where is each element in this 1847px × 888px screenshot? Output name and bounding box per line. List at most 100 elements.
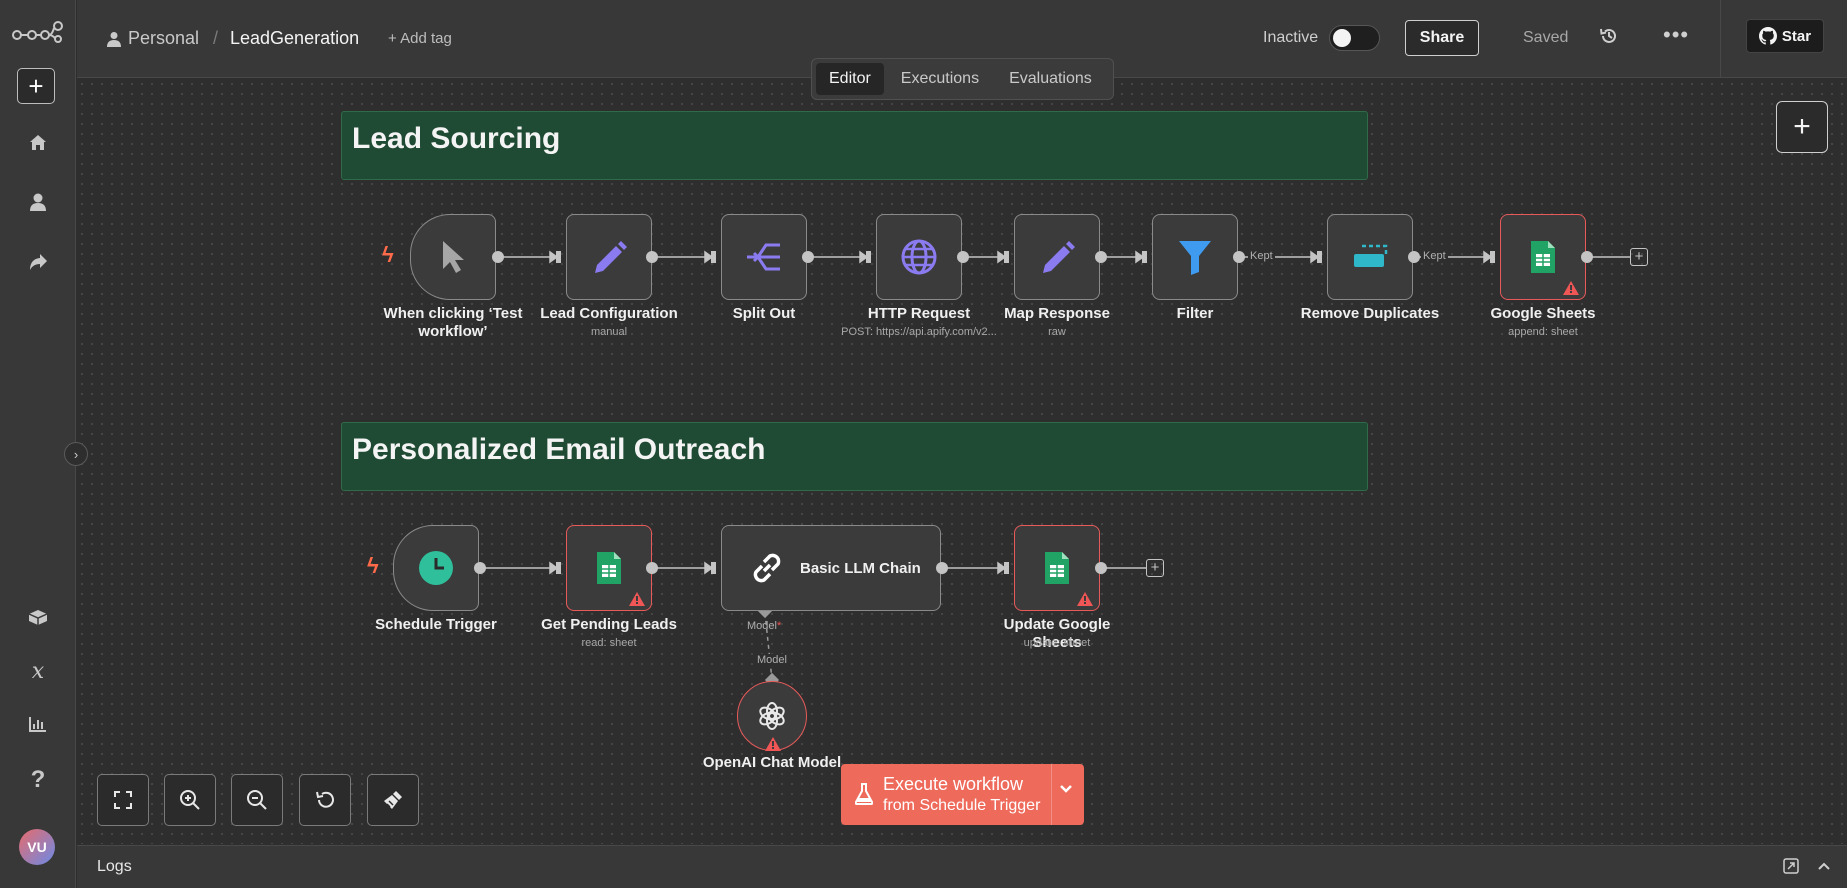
node-label: Google Sheets (1490, 305, 1596, 322)
node-map-response[interactable] (1014, 214, 1100, 300)
node-label: Get Pending Leads (541, 616, 677, 633)
node-label: Filter (1176, 305, 1214, 322)
zoom-in-button[interactable] (164, 774, 216, 826)
node-subtitle: update: sheet (1023, 637, 1091, 649)
execute-sub-label: from Schedule Trigger (883, 797, 1041, 814)
remove-duplicates-icon (1354, 244, 1388, 267)
logs-panel-bar[interactable]: Logs (77, 845, 1847, 888)
node-schedule-trigger[interactable] (393, 525, 479, 611)
node-subtitle: raw (1048, 326, 1066, 338)
help-icon[interactable]: ? (18, 760, 58, 800)
templates-icon[interactable] (18, 597, 58, 637)
split-out-icon (747, 243, 780, 271)
output-port[interactable] (646, 251, 658, 263)
filter-icon (1179, 241, 1211, 275)
node-label: Schedule Trigger (375, 616, 497, 633)
output-port[interactable] (957, 251, 969, 263)
create-plus-button[interactable]: + (17, 68, 55, 104)
sticky-title: Lead Sourcing (352, 122, 561, 155)
breadcrumb-separator: / (213, 28, 219, 48)
google-sheets-icon (1531, 241, 1555, 273)
cursor-icon (443, 241, 464, 273)
node-remove-duplicates[interactable] (1327, 214, 1413, 300)
active-toggle[interactable] (1329, 25, 1380, 51)
warning-icon (629, 592, 645, 606)
user-icon[interactable] (18, 182, 58, 222)
zoom-out-button[interactable] (231, 774, 283, 826)
node-get-pending-leads[interactable] (566, 525, 652, 611)
variables-icon[interactable]: 𝑥 (18, 651, 58, 691)
add-tag-button[interactable]: + Add tag (388, 30, 452, 47)
insights-icon[interactable] (18, 704, 58, 744)
globe-icon (901, 239, 937, 275)
add-node-plus-button[interactable]: + (1630, 248, 1648, 266)
node-lead-configuration[interactable] (566, 214, 652, 300)
zoom-to-fit-button[interactable] (97, 774, 149, 826)
output-port[interactable] (936, 562, 948, 574)
output-port[interactable] (1095, 562, 1107, 574)
node-label: When clicking ‘Test workflow’ (383, 305, 523, 340)
trigger-bolt-icon: ϟ (382, 242, 394, 267)
collapse-sidebar-button[interactable]: › (64, 442, 88, 466)
more-options-icon[interactable]: ••• (1663, 22, 1689, 48)
breadcrumb-project[interactable]: Personal (128, 28, 199, 49)
node-update-google-sheets[interactable] (1014, 525, 1100, 611)
workflow-canvas[interactable]: Lead Sourcing Personalized Email Outreac… (77, 79, 1847, 844)
save-status: Saved (1523, 29, 1569, 46)
output-port[interactable] (492, 251, 504, 263)
node-google-sheets[interactable] (1500, 214, 1586, 300)
sticky-note-lead-sourcing[interactable]: Lead Sourcing (341, 111, 1368, 180)
chevron-down-icon[interactable] (1059, 781, 1073, 799)
output-port[interactable] (802, 251, 814, 263)
output-port[interactable] (1408, 251, 1420, 263)
workflow-name[interactable]: LeadGeneration (230, 28, 359, 49)
link-chain-icon (753, 553, 781, 583)
node-label: Map Response (1004, 305, 1110, 322)
node-subtitle: append: sheet (1508, 326, 1578, 338)
output-port[interactable] (474, 562, 486, 574)
execute-main-label: Execute workflow (883, 774, 1024, 794)
node-basic-llm-chain[interactable]: Basic LLM Chain (721, 525, 941, 611)
add-node-plus-button[interactable]: + (1146, 559, 1164, 577)
github-star-button[interactable]: Star (1746, 19, 1824, 53)
sticky-note-email-outreach[interactable]: Personalized Email Outreach (341, 422, 1368, 491)
node-label: Lead Configuration (540, 305, 678, 322)
output-port[interactable] (646, 562, 658, 574)
tab-editor[interactable]: Editor (816, 63, 884, 95)
node-label: Split Out (732, 305, 796, 322)
flask-icon (855, 783, 873, 805)
node-subtitle: read: sheet (581, 637, 637, 649)
n8n-logo-icon[interactable] (10, 12, 66, 52)
share-arrow-icon[interactable] (18, 242, 58, 282)
node-label: OpenAI Chat Model (702, 754, 842, 771)
node-split-out[interactable] (721, 214, 807, 300)
tab-executions[interactable]: Executions (888, 63, 992, 95)
google-sheets-icon (1045, 552, 1069, 584)
pencil-icon (595, 241, 627, 273)
output-port[interactable] (1095, 251, 1107, 263)
node-manual-trigger[interactable] (410, 214, 496, 300)
node-http-request[interactable] (876, 214, 962, 300)
popout-icon[interactable] (1783, 858, 1799, 879)
fit-view-icon (114, 791, 132, 809)
view-tabs: Editor Executions Evaluations (811, 58, 1114, 100)
google-sheets-icon (597, 552, 621, 584)
node-openai-chat-model[interactable] (737, 681, 807, 751)
add-node-button[interactable]: + (1776, 101, 1828, 153)
avatar[interactable]: VU (19, 829, 55, 865)
chevron-up-icon[interactable] (1817, 858, 1831, 876)
share-button[interactable]: Share (1405, 20, 1479, 56)
home-icon[interactable] (18, 122, 58, 162)
sticky-title: Personalized Email Outreach (352, 433, 766, 466)
history-icon[interactable] (1599, 26, 1619, 52)
execute-workflow-button[interactable]: Execute workflow from Schedule Trigger (841, 764, 1084, 825)
node-filter[interactable] (1152, 214, 1238, 300)
tab-evaluations[interactable]: Evaluations (996, 63, 1105, 95)
star-label: Star (1781, 27, 1812, 45)
left-sidebar: + 𝑥 ? VU (0, 0, 76, 888)
output-port[interactable] (1581, 251, 1593, 263)
tidy-up-button[interactable] (367, 774, 419, 826)
output-port[interactable] (1233, 251, 1245, 263)
reset-zoom-button[interactable] (299, 774, 351, 826)
node-label: Basic LLM Chain (800, 559, 921, 577)
